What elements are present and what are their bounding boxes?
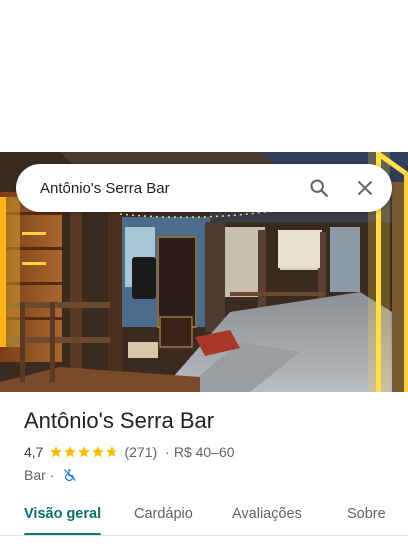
- place-title: Antônio's Serra Bar: [24, 408, 215, 433]
- tab-label: Sobre: [347, 506, 386, 522]
- rating-value: 4,7: [24, 444, 44, 460]
- star-icon: [92, 446, 105, 458]
- star-icon: [78, 446, 91, 458]
- tab-reviews[interactable]: Avaliações: [232, 498, 302, 544]
- tab-about[interactable]: Sobre: [347, 498, 386, 544]
- place-info: Antônio's Serra Bar 4,7 (271) · R$ 40–60…: [24, 406, 394, 486]
- tab-overview[interactable]: Visão geral: [24, 498, 102, 544]
- tab-menu[interactable]: Cardápio: [134, 498, 193, 544]
- separator-dot: ·: [165, 444, 170, 460]
- close-icon[interactable]: [352, 175, 378, 201]
- search-icon[interactable]: [306, 175, 332, 201]
- search-bar[interactable]: Antônio's Serra Bar: [16, 164, 392, 212]
- price-range: R$ 40–60: [173, 444, 235, 460]
- blank-area: [0, 0, 408, 152]
- divider: [0, 535, 408, 536]
- star-half-icon: [106, 446, 119, 458]
- rating-row[interactable]: 4,7 (271) · R$ 40–60: [24, 442, 394, 462]
- tab-label: Cardápio: [134, 506, 193, 522]
- tab-label: Visão geral: [24, 506, 102, 522]
- place-category: Bar: [24, 467, 46, 483]
- tab-label: Avaliações: [232, 506, 302, 522]
- star-icon: [50, 446, 63, 458]
- no-wheelchair-icon: [64, 469, 77, 482]
- separator-dot: ·: [49, 467, 55, 483]
- place-tabs: Visão geral Cardápio Avaliações Sobre: [0, 498, 408, 544]
- review-count[interactable]: (271): [124, 444, 157, 460]
- search-input[interactable]: Antônio's Serra Bar: [40, 180, 286, 197]
- star-rating: [49, 445, 119, 459]
- category-row: Bar ·: [24, 464, 394, 486]
- star-icon: [64, 446, 77, 458]
